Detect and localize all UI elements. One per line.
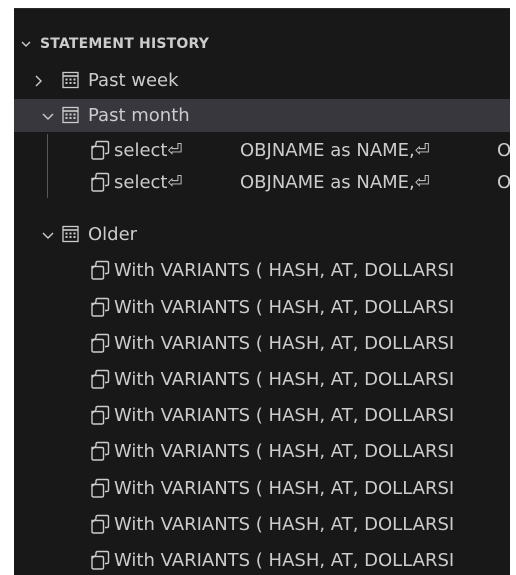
statement-file-icon bbox=[91, 140, 110, 160]
statement-item[interactable]: With VARIANTS ( HASH, AT, DOLLARSI bbox=[14, 472, 510, 505]
statement-item[interactable]: With VARIANTS ( HASH, AT, DOLLARSI bbox=[14, 291, 510, 324]
statement-text: OBJNAME as NAME,⏎ bbox=[240, 140, 430, 161]
statement-item[interactable]: With VARIANTS ( HASH, AT, DOLLARSI bbox=[14, 399, 510, 432]
statement-text: With VARIANTS ( HASH, AT, DOLLARSI bbox=[114, 333, 455, 354]
statement-history-panel: STATEMENT HISTORY Past week Past month s… bbox=[14, 8, 510, 575]
statement-file-icon bbox=[91, 514, 110, 534]
statement-file-icon bbox=[91, 172, 110, 192]
tree-group-label: Past week bbox=[88, 70, 179, 91]
statement-item[interactable]: With VARIANTS ( HASH, AT, DOLLARSI bbox=[14, 435, 510, 468]
statement-text: With VARIANTS ( HASH, AT, DOLLARSI bbox=[114, 478, 455, 499]
statement-text: O bbox=[497, 172, 510, 193]
section-title: STATEMENT HISTORY bbox=[40, 36, 210, 52]
tree-group-label: Past month bbox=[88, 105, 190, 126]
statement-text: With VARIANTS ( HASH, AT, DOLLARSI bbox=[114, 514, 455, 535]
tree-group-past-week[interactable]: Past week bbox=[14, 64, 510, 97]
calendar-icon bbox=[62, 225, 79, 243]
statement-file-icon bbox=[91, 478, 110, 498]
statement-file-icon bbox=[91, 441, 110, 461]
statement-text: OBJNAME as NAME,⏎ bbox=[240, 172, 430, 193]
statement-item[interactable]: select⏎ OBJNAME as NAME,⏎ O bbox=[14, 134, 510, 167]
statement-file-icon bbox=[91, 405, 110, 425]
statement-file-icon bbox=[91, 297, 110, 317]
statement-history-header[interactable]: STATEMENT HISTORY bbox=[14, 30, 510, 58]
statement-item[interactable]: With VARIANTS ( HASH, AT, DOLLARSI bbox=[14, 254, 510, 287]
statement-text: O bbox=[497, 140, 510, 161]
statement-item[interactable]: With VARIANTS ( HASH, AT, DOLLARSI bbox=[14, 508, 510, 541]
chevron-down-icon bbox=[38, 99, 58, 132]
statement-text: select⏎ bbox=[114, 172, 183, 193]
calendar-icon bbox=[62, 71, 79, 89]
statement-text: With VARIANTS ( HASH, AT, DOLLARSI bbox=[114, 441, 455, 462]
statement-text: With VARIANTS ( HASH, AT, DOLLARSI bbox=[114, 297, 455, 318]
tree-group-older[interactable]: Older bbox=[14, 218, 510, 251]
statement-file-icon bbox=[91, 260, 110, 280]
statement-item[interactable]: With VARIANTS ( HASH, AT, DOLLARSI bbox=[14, 363, 510, 396]
chevron-right-icon bbox=[28, 64, 48, 97]
statement-text: select⏎ bbox=[114, 140, 183, 161]
chevron-down-icon bbox=[20, 38, 40, 50]
statement-item[interactable]: With VARIANTS ( HASH, AT, DOLLARSI bbox=[14, 327, 510, 360]
statement-file-icon bbox=[91, 333, 110, 353]
tree-group-label: Older bbox=[88, 224, 138, 245]
statement-text: With VARIANTS ( HASH, AT, DOLLARSI bbox=[114, 405, 455, 426]
chevron-down-icon bbox=[38, 218, 58, 251]
panel-top-border bbox=[14, 8, 510, 9]
statement-item[interactable]: With VARIANTS ( HASH, AT, DOLLARSI bbox=[14, 544, 510, 575]
calendar-icon bbox=[62, 106, 79, 124]
tree-group-past-month[interactable]: Past month bbox=[14, 99, 510, 132]
statement-text: With VARIANTS ( HASH, AT, DOLLARSI bbox=[114, 260, 455, 281]
statement-text: With VARIANTS ( HASH, AT, DOLLARSI bbox=[114, 550, 455, 571]
statement-text: With VARIANTS ( HASH, AT, DOLLARSI bbox=[114, 369, 455, 390]
statement-item[interactable]: select⏎ OBJNAME as NAME,⏎ O bbox=[14, 166, 510, 199]
statement-file-icon bbox=[91, 369, 110, 389]
statement-file-icon bbox=[91, 550, 110, 570]
